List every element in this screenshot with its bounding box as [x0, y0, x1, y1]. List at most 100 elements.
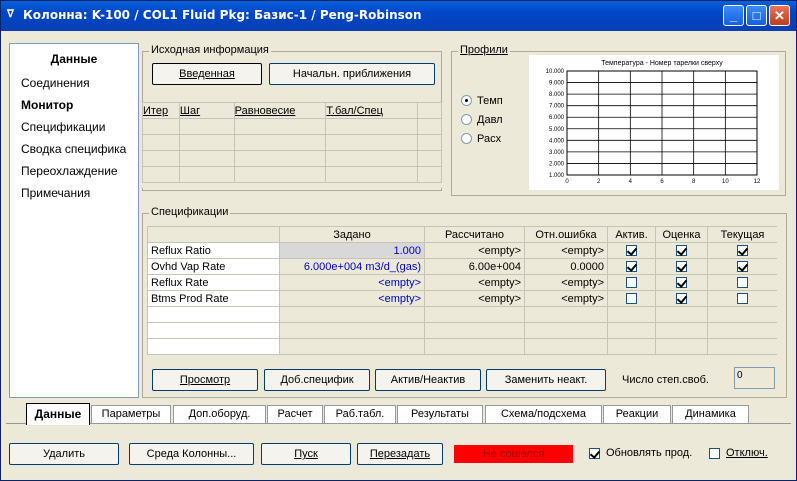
replace-inactive-button[interactable]: Заменить неакт.: [486, 369, 606, 391]
spec-col-estimate: Оценка: [655, 226, 708, 243]
active-checkbox[interactable]: [607, 242, 656, 259]
active-checkbox[interactable]: [607, 290, 656, 307]
empty-cell: [607, 306, 656, 323]
calc-value-cell: <empty>: [424, 290, 525, 307]
run-button[interactable]: Пуск: [261, 443, 351, 465]
tab-calculation[interactable]: Расчет: [267, 405, 323, 423]
checkbox-box: [626, 261, 637, 273]
disable-label: Отключ.: [726, 447, 768, 459]
checkbox-box: [626, 293, 637, 305]
delete-button[interactable]: Удалить: [9, 443, 119, 465]
maximize-button[interactable]: □: [746, 5, 767, 26]
estimate-checkbox[interactable]: [655, 242, 708, 259]
empty-cell: [424, 338, 525, 355]
spec-value-cell[interactable]: <empty>: [279, 274, 425, 291]
run-button-label: Пуск: [294, 448, 318, 460]
view-button-label: Просмотр: [179, 374, 231, 386]
spec-name-cell: Btms Prod Rate: [147, 290, 280, 307]
error-value-cell: 0.0000: [524, 258, 608, 275]
radio-pressure[interactable]: Давл: [461, 114, 503, 126]
empty-cell: [424, 306, 525, 323]
initial-approx-button-label: Начальн. приближения: [292, 68, 412, 80]
title-bar[interactable]: ᐁ Колонна: K-100 / COL1 Fluid Pkg: Базис…: [1, 1, 796, 31]
minimize-button[interactable]: _: [723, 5, 744, 26]
tab-dynamics[interactable]: Динамика: [672, 405, 749, 423]
radio-dot: [461, 133, 472, 144]
spec-col-active: Актив.: [607, 226, 656, 243]
calc-value-cell: <empty>: [424, 242, 525, 259]
estimate-checkbox[interactable]: [655, 274, 708, 291]
app-icon: ᐁ: [7, 9, 14, 20]
table-row: Reflux Ratio 1.000 <empty> <empty>: [147, 242, 777, 259]
active-checkbox[interactable]: [607, 274, 656, 291]
empty-cell: [655, 306, 708, 323]
source-info-label: Исходная информация: [149, 44, 271, 56]
tab-flowsheet[interactable]: Схема/подсхема: [485, 405, 602, 423]
table-row: [142, 166, 442, 183]
empty-cell: [524, 338, 608, 355]
spec-name-cell: Reflux Ratio: [147, 242, 280, 259]
current-checkbox[interactable]: [707, 242, 777, 259]
add-spec-button[interactable]: Доб.специфик: [264, 369, 370, 391]
checkbox-box: [737, 245, 748, 257]
table-row: [147, 338, 777, 355]
active-checkbox[interactable]: [607, 258, 656, 275]
y-tick-label: 2.000: [549, 161, 565, 167]
toggle-active-button[interactable]: Актив/Неактив: [375, 369, 481, 391]
sidebar-item-monitor[interactable]: Монитор: [10, 94, 138, 116]
y-tick-label: 10.000: [546, 69, 565, 75]
spec-value-cell[interactable]: 6.000e+004 m3/d_(gas): [279, 258, 425, 275]
sidebar-item-spec-summary[interactable]: Сводка специфика: [10, 138, 138, 160]
profile-chart: Температура - Номер тарелки сверху 1.000 2…: [529, 55, 779, 190]
tab-parameters[interactable]: Параметры: [91, 405, 171, 423]
radio-pressure-label: Давл: [477, 114, 503, 126]
chart-title: Температура - Номер тарелки сверху: [601, 60, 723, 67]
radio-flow-label: Расх: [477, 133, 502, 145]
dof-label: Число степ.своб.: [622, 374, 709, 386]
table-row: [147, 322, 777, 339]
spec-value-cell[interactable]: <empty>: [279, 290, 425, 307]
spec-value-cell[interactable]: 1.000: [279, 242, 425, 259]
current-checkbox[interactable]: [707, 274, 777, 291]
empty-cell: [607, 338, 656, 355]
empty-cell: [607, 322, 656, 339]
tab-worksheet[interactable]: Раб.табл.: [324, 405, 396, 423]
tab-extra-equipment[interactable]: Доп.оборуд.: [173, 405, 266, 423]
entered-button[interactable]: Введенная: [152, 63, 262, 85]
view-button[interactable]: Просмотр: [152, 369, 258, 391]
radio-flow[interactable]: Расх: [461, 133, 501, 145]
empty-cell: [424, 322, 525, 339]
entered-button-label: Введенная: [179, 68, 235, 80]
estimate-checkbox[interactable]: [655, 258, 708, 275]
error-value-cell: <empty>: [524, 242, 608, 259]
tab-baseline: [6, 423, 791, 424]
tab-reactions[interactable]: Реакции: [603, 405, 671, 423]
table-row: [142, 118, 442, 135]
column-env-button-label: Среда Колонны...: [146, 448, 237, 460]
empty-cell: [279, 306, 425, 323]
initial-approx-button[interactable]: Начальн. приближения: [269, 63, 435, 85]
tab-results[interactable]: Результаты: [397, 405, 483, 423]
table-row: [142, 134, 442, 151]
sidebar-item-notes[interactable]: Примечания: [10, 182, 138, 204]
col-iter: Итер: [142, 102, 180, 119]
sidebar-item-specs[interactable]: Спецификации: [10, 116, 138, 138]
spec-col-specified: Задано: [279, 226, 425, 243]
spec-name-cell: Reflux Rate: [147, 274, 280, 291]
update-products-checkbox[interactable]: [589, 447, 600, 459]
reset-button[interactable]: Перезадать: [357, 443, 443, 465]
estimate-checkbox[interactable]: [655, 290, 708, 307]
current-checkbox[interactable]: [707, 258, 777, 275]
close-button[interactable]: ✕: [769, 5, 790, 26]
spec-name-cell: Ovhd Vap Rate: [147, 258, 280, 275]
dof-value: 0: [734, 367, 775, 389]
tab-data[interactable]: Данные: [26, 403, 90, 425]
radio-temp[interactable]: Темп: [461, 95, 503, 107]
sidebar-item-subcooling[interactable]: Переохлаждение: [10, 160, 138, 182]
checkbox-box: [676, 245, 687, 257]
disable-checkbox[interactable]: [709, 447, 720, 459]
sidebar-item-connections[interactable]: Соединения: [10, 72, 138, 94]
current-checkbox[interactable]: [707, 290, 777, 307]
y-tick-label: 7.000: [549, 104, 565, 110]
column-env-button[interactable]: Среда Колонны...: [129, 443, 254, 465]
